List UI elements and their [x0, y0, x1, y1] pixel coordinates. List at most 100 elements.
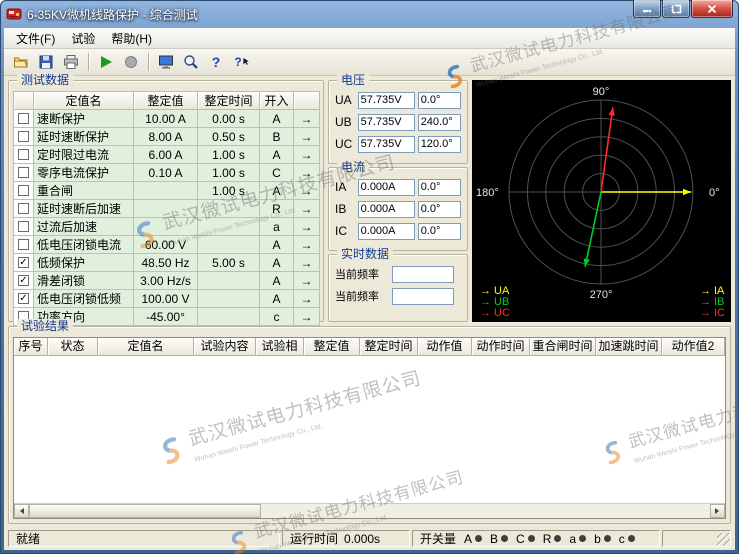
table-row[interactable]: 零序电流保护 0.10 A 1.00 s C →: [14, 164, 320, 182]
setting-time-cell: [198, 218, 260, 236]
setting-value-cell: [134, 182, 198, 200]
stop-button[interactable]: [119, 51, 143, 73]
current-row: IB 0.000A 0.0°: [335, 200, 461, 218]
save-button[interactable]: [34, 51, 58, 73]
results-column-header[interactable]: 状态: [48, 338, 98, 356]
table-row[interactable]: 延时速断后加速 R →: [14, 200, 320, 218]
row-checkbox[interactable]: ✓: [18, 293, 29, 304]
table-row[interactable]: 定时限过电流 6.00 A 1.00 s A →: [14, 146, 320, 164]
row-checkbox[interactable]: [18, 149, 29, 160]
table-row[interactable]: ✓ 滑差闭锁 3.00 Hz/s A →: [14, 272, 320, 290]
voltage-angle-field[interactable]: 0.0°: [418, 92, 461, 109]
menu-item[interactable]: 帮助(H): [103, 28, 160, 49]
row-checkbox[interactable]: ✓: [18, 275, 29, 286]
setting-time-cell: [198, 308, 260, 326]
zoom-button[interactable]: [179, 51, 203, 73]
setting-time-cell: 1.00 s: [198, 164, 260, 182]
results-column-header[interactable]: 动作值: [418, 338, 472, 356]
scroll-right-button[interactable]: [710, 504, 725, 518]
voltage-angle-field[interactable]: 120.0°: [418, 136, 461, 153]
content-area: 测试数据 定值名 整定值 整定时间 开入: [4, 76, 735, 528]
results-column-header[interactable]: 动作值2: [662, 338, 725, 356]
current-angle-field[interactable]: 0.0°: [418, 223, 461, 240]
minimize-icon: [642, 4, 652, 14]
voltage-magnitude-field[interactable]: 57.735V: [358, 136, 415, 153]
input-channel-cell: c: [260, 308, 294, 326]
column-header-checkbox: [14, 92, 34, 110]
minimize-button[interactable]: [633, 0, 661, 18]
current-magnitude-field[interactable]: 0.000A: [358, 223, 415, 240]
frequency-field[interactable]: [392, 266, 454, 283]
row-checkbox[interactable]: [18, 167, 29, 178]
table-row[interactable]: ✓ 低频保护 48.50 Hz 5.00 s A →: [14, 254, 320, 272]
scrollbar-track[interactable]: [261, 504, 710, 518]
results-column-header[interactable]: 整定时间: [360, 338, 418, 356]
resize-grip-icon[interactable]: [717, 533, 730, 546]
open-button[interactable]: [9, 51, 33, 73]
legend-item: → IC: [700, 308, 725, 319]
current-magnitude-field[interactable]: 0.000A: [358, 201, 415, 218]
results-column-header[interactable]: 动作时间: [472, 338, 530, 356]
help-button[interactable]: ?: [204, 51, 228, 73]
scrollbar-thumb[interactable]: [29, 504, 261, 518]
results-column-header[interactable]: 试验相: [256, 338, 304, 356]
switch-label: 开关量: [420, 530, 456, 547]
current-angle-field[interactable]: 0.0°: [418, 179, 461, 196]
results-column-header[interactable]: 加速跳时间: [596, 338, 662, 356]
row-checkbox[interactable]: [18, 131, 29, 142]
horizontal-scrollbar[interactable]: [14, 503, 725, 518]
realtime-group: 实时数据 当前频率 当前频率: [328, 254, 468, 322]
current-legend: → IA → IB → IC: [700, 286, 725, 319]
app-window: 6-35KV微机线路保护 - 综合测试 文件(F) 试验: [0, 0, 739, 554]
svg-text:?: ?: [212, 54, 221, 70]
phase-label: IA: [335, 180, 355, 194]
results-column-header[interactable]: 重合闸时间: [530, 338, 596, 356]
results-column-header[interactable]: 定值名: [98, 338, 194, 356]
menu-item[interactable]: 文件(F): [8, 28, 63, 49]
current-angle-field[interactable]: 0.0°: [418, 201, 461, 218]
context-help-icon: ?: [233, 54, 249, 70]
row-arrow-icon: →: [301, 220, 313, 234]
results-column-header[interactable]: 序号: [14, 338, 48, 356]
setting-name-cell: 低电压闭锁低频: [34, 290, 134, 308]
table-row[interactable]: 低电压闭锁电流 60.00 V A →: [14, 236, 320, 254]
frequency-label: 当前频率: [335, 266, 389, 282]
row-checkbox[interactable]: [18, 113, 29, 124]
table-row[interactable]: 重合闸 1.00 s A →: [14, 182, 320, 200]
results-body[interactable]: [14, 356, 725, 503]
voltage-magnitude-field[interactable]: 57.735V: [358, 114, 415, 131]
frequency-field[interactable]: [392, 288, 454, 305]
monitor-button[interactable]: [154, 51, 178, 73]
table-row[interactable]: 速断保护 10.00 A 0.00 s A →: [14, 110, 320, 128]
current-magnitude-field[interactable]: 0.000A: [358, 179, 415, 196]
results-column-header[interactable]: 整定值: [304, 338, 360, 356]
table-row[interactable]: 过流后加速 a →: [14, 218, 320, 236]
row-checkbox[interactable]: [18, 203, 29, 214]
svg-text:?: ?: [234, 55, 241, 69]
phase-label: IC: [335, 224, 355, 238]
setting-name-cell: 延时速断保护: [34, 128, 134, 146]
group-title: 电压: [337, 73, 369, 88]
switch-letter: R: [543, 532, 552, 546]
titlebar[interactable]: 6-35KV微机线路保护 - 综合测试: [0, 0, 739, 28]
print-button[interactable]: [59, 51, 83, 73]
table-row[interactable]: 延时速断保护 8.00 A 0.50 s B →: [14, 128, 320, 146]
voltage-angle-field[interactable]: 240.0°: [418, 114, 461, 131]
maximize-button[interactable]: [662, 0, 690, 18]
results-column-header[interactable]: 试验内容: [194, 338, 256, 356]
phase-label: UA: [335, 93, 355, 107]
row-checkbox[interactable]: ✓: [18, 257, 29, 268]
voltage-magnitude-field[interactable]: 57.735V: [358, 92, 415, 109]
context-help-button[interactable]: ?: [229, 51, 253, 73]
scroll-left-button[interactable]: [14, 504, 29, 518]
row-checkbox[interactable]: [18, 185, 29, 196]
window-controls: [633, 0, 733, 18]
row-checkbox[interactable]: [18, 221, 29, 232]
table-row[interactable]: ✓ 低电压闭锁低频 100.00 V A →: [14, 290, 320, 308]
phasor-plot: 90° 180° 270° 0°: [472, 80, 731, 322]
run-button[interactable]: [94, 51, 118, 73]
close-button[interactable]: [691, 0, 733, 18]
input-channel-cell: A: [260, 236, 294, 254]
menu-item[interactable]: 试验: [63, 28, 103, 49]
row-checkbox[interactable]: [18, 239, 29, 250]
